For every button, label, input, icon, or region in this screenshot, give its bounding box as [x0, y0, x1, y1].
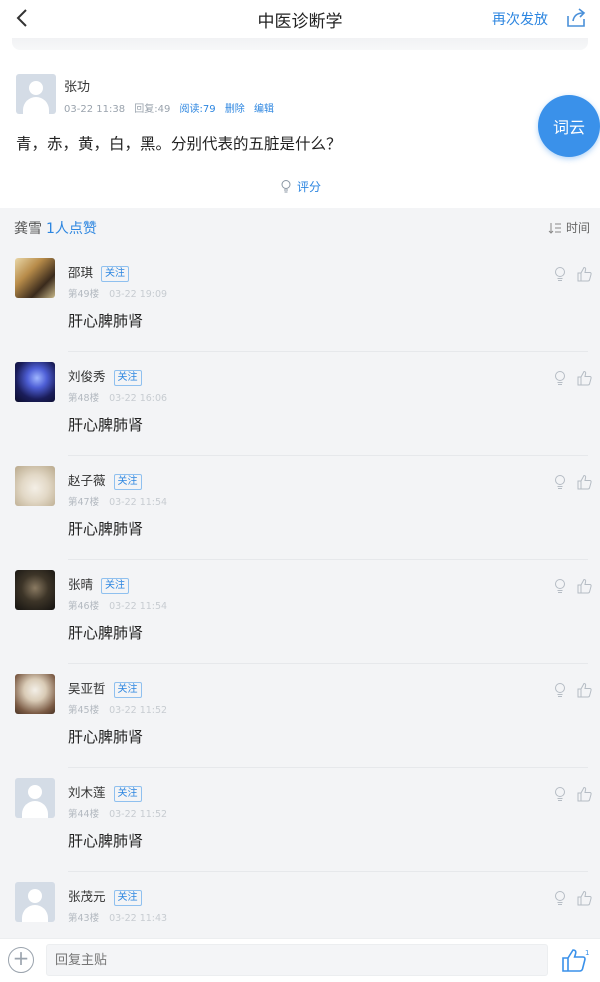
follow-button[interactable]: 关注: [101, 266, 130, 282]
reply-content: 肝心脾肺肾: [68, 312, 144, 330]
sort-icon: [548, 223, 561, 234]
follow-button[interactable]: 关注: [101, 578, 130, 594]
redo-button[interactable]: 再次发放: [492, 9, 548, 29]
reply-author[interactable]: 邵琪: [68, 265, 93, 280]
post-reads: 阅读:79: [179, 104, 216, 115]
post-meta: 03-22 11:38 回复:49 阅读:79 删除 编辑: [64, 100, 280, 115]
follow-button[interactable]: 关注: [113, 682, 142, 698]
follow-button[interactable]: 关注: [113, 890, 142, 906]
like-count[interactable]: 1人点赞: [46, 221, 97, 237]
avatar[interactable]: [15, 674, 55, 714]
reply-input[interactable]: [46, 944, 548, 976]
svg-text:1: 1: [585, 949, 589, 957]
follow-button[interactable]: 关注: [113, 370, 142, 386]
avatar[interactable]: [15, 466, 55, 506]
reply-floor: 第46楼: [68, 601, 100, 612]
reply-time: 03-22 11:52: [109, 705, 168, 716]
reply-content: 肝心脾肺肾: [68, 416, 144, 434]
reply-content: 肝心脾肺肾: [68, 728, 144, 746]
avatar[interactable]: [15, 778, 55, 818]
reply-author[interactable]: 张晴: [68, 577, 93, 592]
reply-author[interactable]: 赵子薇: [68, 473, 106, 488]
reply-time: 03-22 11:43: [109, 913, 168, 924]
follow-button[interactable]: 关注: [113, 786, 142, 802]
reply-time: 03-22 11:52: [109, 809, 168, 820]
thumbs-up-icon[interactable]: [576, 370, 592, 386]
reply-floor: 第43楼: [68, 913, 100, 924]
reply-time: 03-22 11:54: [109, 601, 168, 612]
likes-summary: 龚雪 1人点赞: [14, 218, 97, 238]
post-author[interactable]: 张功: [64, 76, 90, 95]
reply-content: 肝心脾肺肾: [68, 832, 144, 850]
reply-item: 张晴 关注 第46楼 03-22 11:54 肝心脾肺肾: [0, 560, 600, 664]
reply-floor: 第44楼: [68, 809, 100, 820]
post-content: 青，赤，黄，白，黑。分别代表的五脏是什么？: [16, 135, 342, 153]
reply-floor: 第47楼: [68, 497, 100, 508]
rate-icon[interactable]: [552, 786, 568, 802]
avatar[interactable]: [16, 74, 56, 114]
avatar[interactable]: [15, 362, 55, 402]
thumbs-up-icon[interactable]: [576, 474, 592, 490]
main-post: 张功 03-22 11:38 回复:49 阅读:79 删除 编辑 青，赤，黄，白…: [0, 60, 600, 208]
avatar[interactable]: [15, 882, 55, 922]
thumbs-up-icon[interactable]: [576, 890, 592, 906]
word-cloud-button[interactable]: 词云: [538, 95, 600, 157]
reply-floor: 第45楼: [68, 705, 100, 716]
avatar[interactable]: [15, 258, 55, 298]
rate-icon[interactable]: [552, 578, 568, 594]
reply-time: 03-22 16:06: [109, 393, 168, 404]
thumbs-up-icon[interactable]: [576, 266, 592, 282]
rate-icon[interactable]: [552, 890, 568, 906]
collapsed-panel-edge: [12, 38, 588, 50]
post-date: 03-22 11:38: [64, 104, 126, 115]
reply-floor: 第48楼: [68, 393, 100, 404]
thumbs-up-icon[interactable]: 1: [560, 947, 590, 973]
reply-author[interactable]: 刘木莲: [68, 785, 106, 800]
reply-author[interactable]: 刘俊秀: [68, 369, 106, 384]
sort-label: 时间: [565, 221, 590, 235]
rate-icon[interactable]: [552, 370, 568, 386]
delete-button[interactable]: 删除: [225, 104, 245, 115]
reply-content: 肝心脾肺肾: [68, 520, 144, 538]
rate-icon[interactable]: [552, 474, 568, 490]
follow-button[interactable]: 关注: [113, 474, 142, 490]
reply-time: 03-22 11:54: [109, 497, 168, 508]
reply-author[interactable]: 张茂元: [68, 889, 106, 904]
thumbs-up-icon[interactable]: [576, 786, 592, 802]
reply-item: 刘木莲 关注 第44楼 03-22 11:52 肝心脾肺肾: [0, 768, 600, 872]
thumbs-up-icon[interactable]: [576, 682, 592, 698]
thumbs-up-icon[interactable]: [576, 578, 592, 594]
add-icon[interactable]: +: [8, 947, 34, 973]
reply-item: 赵子薇 关注 第47楼 03-22 11:54 肝心脾肺肾: [0, 456, 600, 560]
liker-name: 龚雪: [14, 221, 42, 237]
post-replies: 回复:49: [134, 104, 171, 115]
reply-item: 邵琪 关注 第49楼 03-22 19:09 肝心脾肺肾: [0, 248, 600, 352]
edit-button[interactable]: 编辑: [254, 104, 274, 115]
reply-floor: 第49楼: [68, 289, 100, 300]
share-icon[interactable]: [564, 6, 588, 30]
rate-icon[interactable]: [552, 682, 568, 698]
reply-content: 肝心脾肺肾: [68, 624, 144, 642]
lightbulb-icon: [281, 180, 291, 193]
sort-by-time-button[interactable]: 时间: [548, 219, 590, 236]
rate-icon[interactable]: [552, 266, 568, 282]
avatar[interactable]: [15, 570, 55, 610]
reply-author[interactable]: 吴亚哲: [68, 681, 106, 696]
reply-item: 吴亚哲 关注 第45楼 03-22 11:52 肝心脾肺肾: [0, 664, 600, 768]
top-bar: 中医诊断学 再次发放: [0, 0, 600, 38]
reply-item: 刘俊秀 关注 第48楼 03-22 16:06 肝心脾肺肾: [0, 352, 600, 456]
reply-time: 03-22 19:09: [109, 289, 168, 300]
rate-label: 评分: [296, 180, 321, 194]
bottom-bar: + 1: [0, 938, 600, 982]
rate-button[interactable]: 评分: [0, 178, 600, 195]
reply-list: 龚雪 1人点赞 时间 邵琪 关注 第49楼 03-22 19:09 肝心脾肺肾 刘俊秀…: [0, 208, 600, 938]
